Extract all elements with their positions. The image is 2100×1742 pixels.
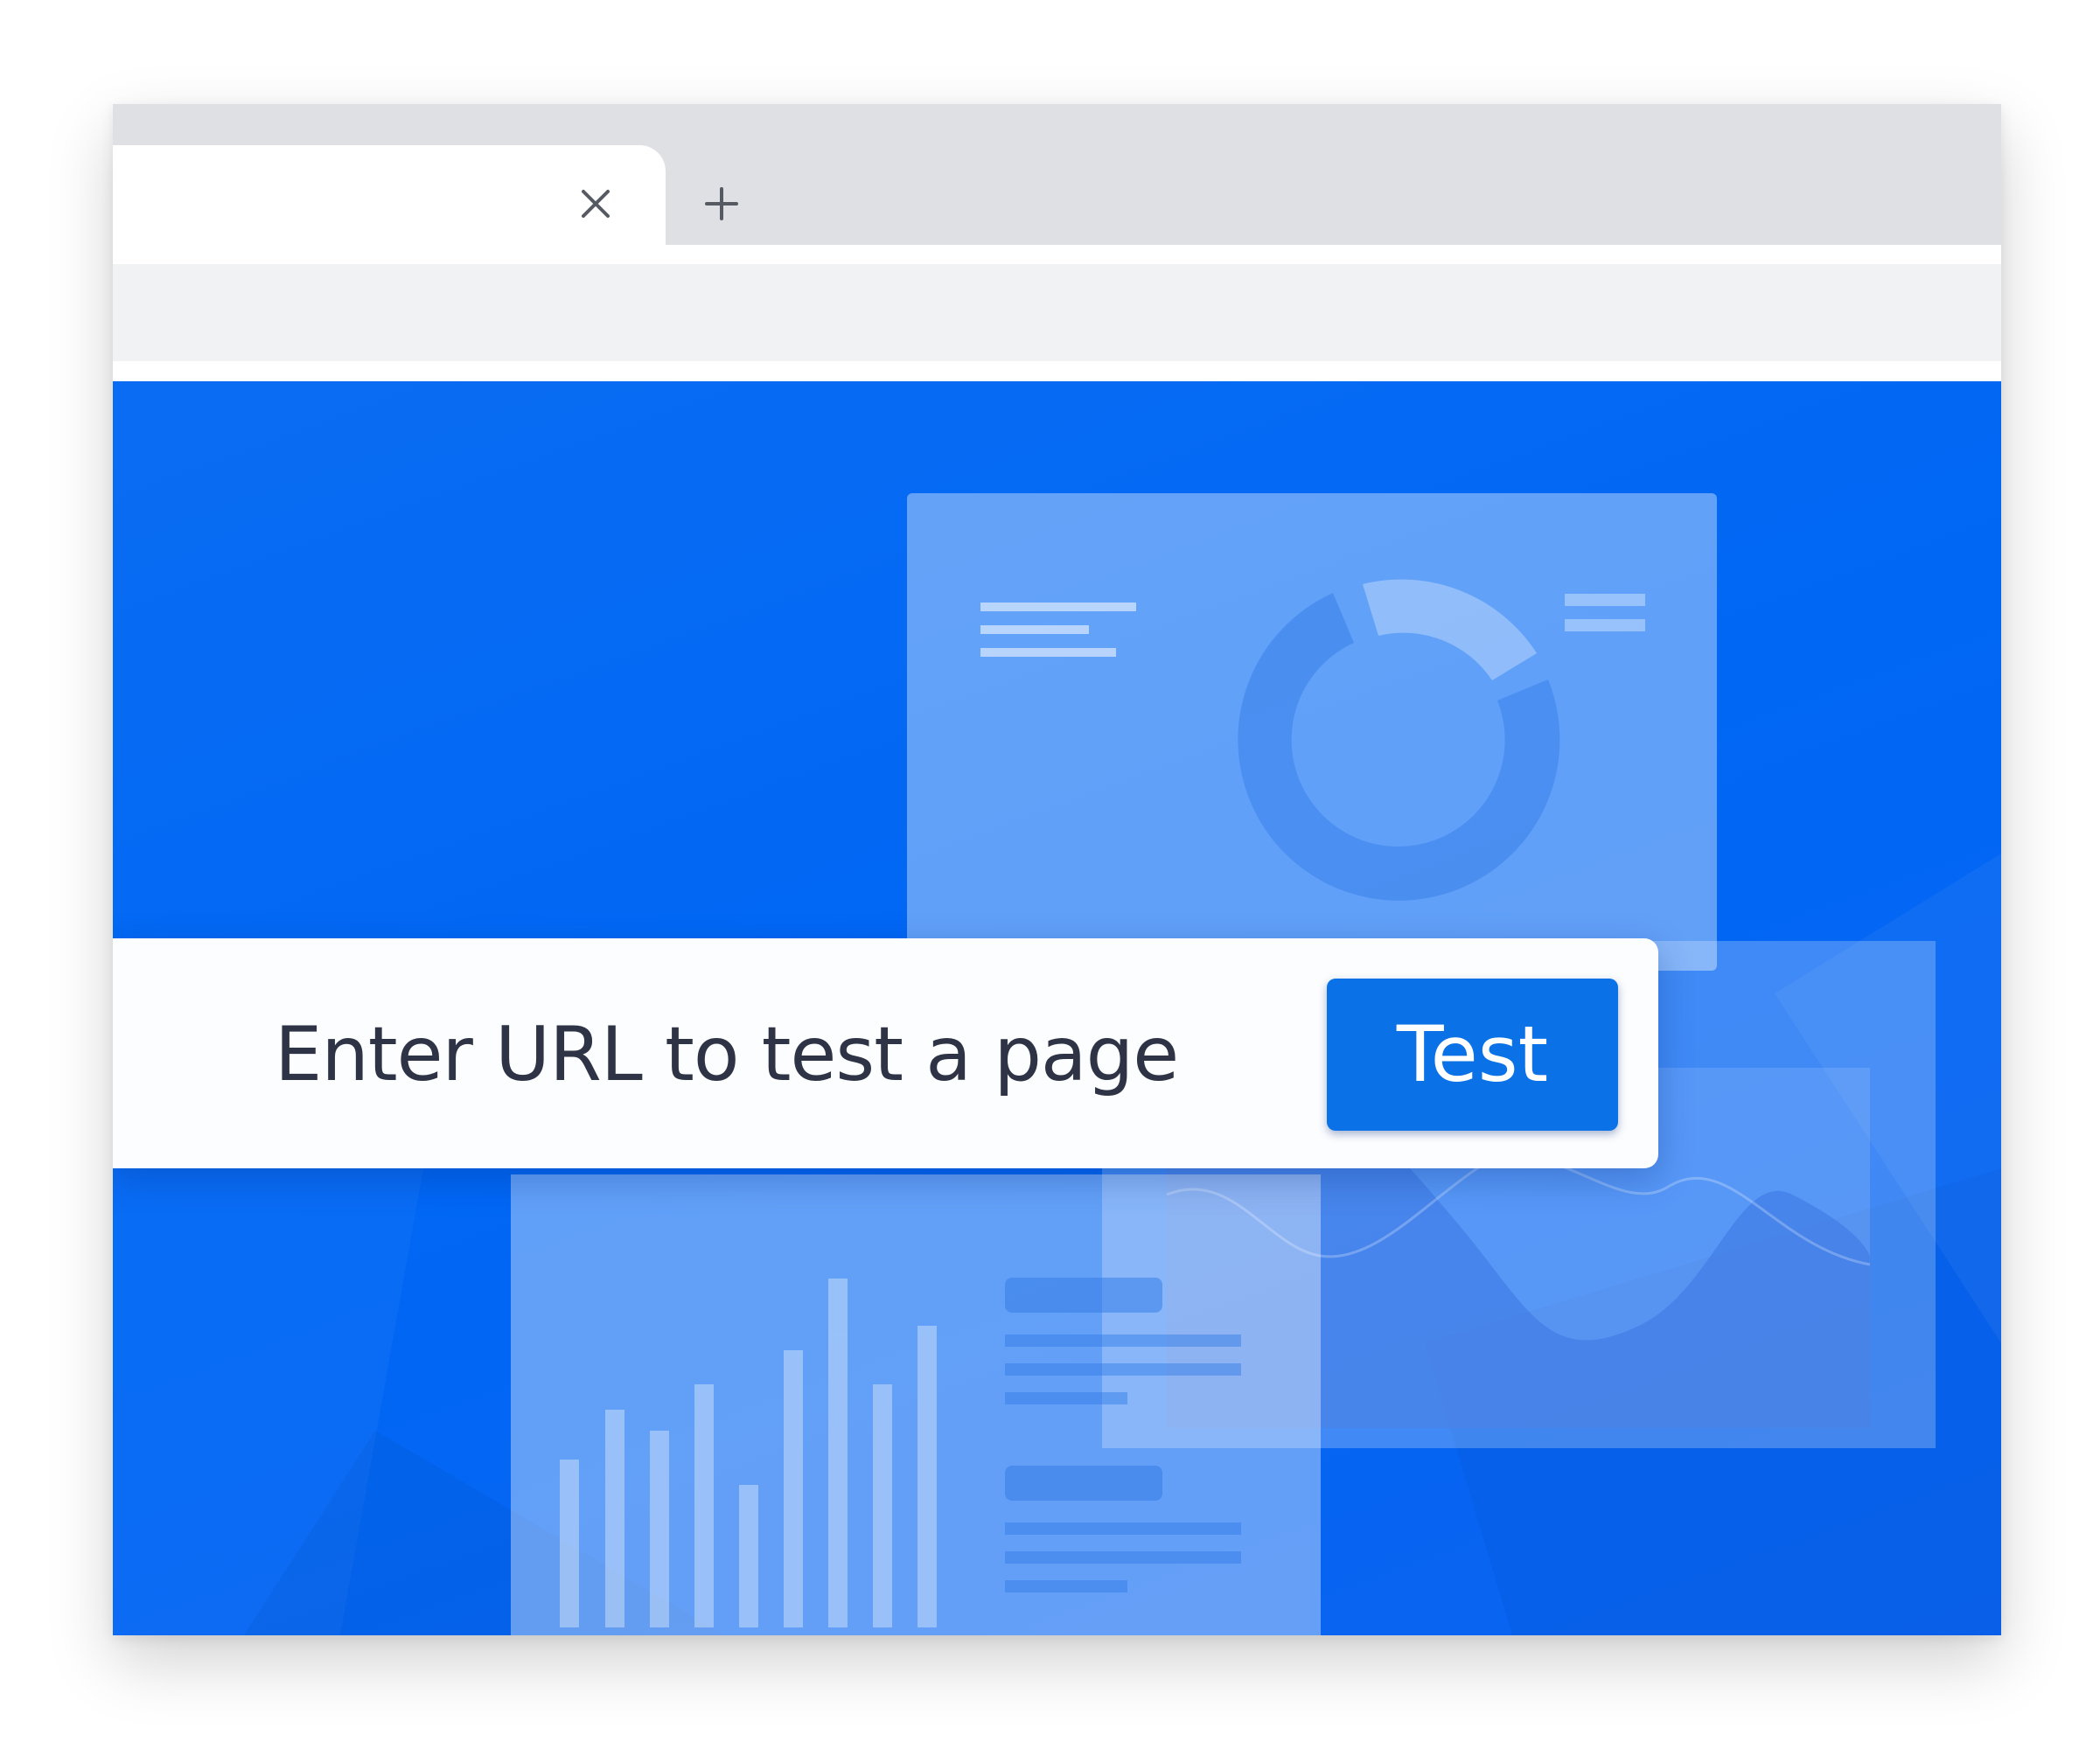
- address-bar[interactable]: [113, 264, 2001, 361]
- plus-icon[interactable]: [702, 185, 741, 223]
- tab-strip: [113, 104, 2001, 245]
- bar-chart-card: [511, 1174, 1321, 1635]
- close-icon[interactable]: [576, 185, 615, 223]
- browser-window: Enter URL to test a page Test: [113, 104, 2001, 1635]
- test-button[interactable]: Test: [1327, 979, 1618, 1131]
- page-content: Enter URL to test a page Test: [113, 381, 2001, 1635]
- toolbar-gap: [113, 245, 2001, 264]
- url-test-form: Enter URL to test a page Test: [113, 938, 1658, 1168]
- donut-card: [907, 493, 1717, 971]
- url-input[interactable]: Enter URL to test a page: [275, 1007, 1179, 1103]
